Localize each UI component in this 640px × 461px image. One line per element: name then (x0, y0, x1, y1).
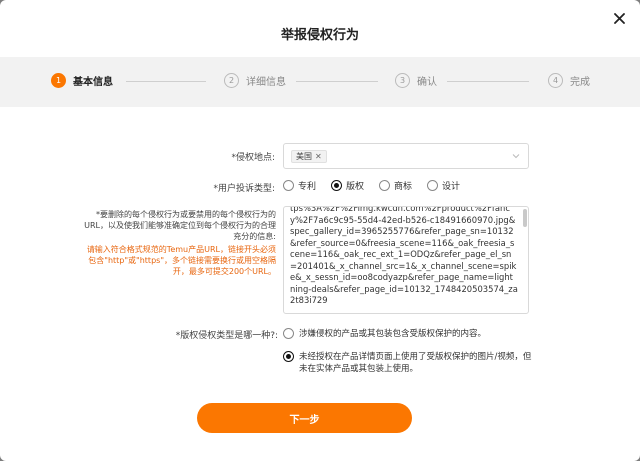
step-number: 4 (548, 73, 563, 88)
chevron-down-icon (512, 154, 520, 159)
step-label: 完成 (570, 77, 590, 88)
radio-circle (283, 180, 294, 191)
location-select[interactable]: 美国 ✕ (283, 143, 529, 169)
close-icon (613, 12, 625, 24)
radio-label: 版权 (346, 182, 365, 192)
copyright-type-label: *版权侵权类型是哪一种?: (175, 331, 278, 341)
dialog-title: 举报侵权行为 (280, 28, 359, 43)
option-text: 未经授权在产品详情页面上使用了受版权保护的图片/视频，但未在实体产品或其包装上使… (299, 352, 532, 374)
step-confirm: 3 确认 (395, 73, 437, 88)
step-complete: 4 完成 (548, 73, 590, 88)
location-label: *侵权地点: (231, 153, 275, 163)
step-number: 1 (51, 73, 66, 88)
step-label: 基本信息 (73, 77, 113, 88)
url-description: *要删除的每个侵权行为或要禁用的每个侵权行为的URL，以及使我们能够准确定位到每… (80, 209, 276, 277)
url-textarea[interactable]: tps%3A%2F%2Fimg.kwcdn.com%2Fproduct%2Ffa… (283, 206, 529, 314)
url-textarea-value: tps%3A%2F%2Fimg.kwcdn.com%2Fproduct%2Ffa… (290, 206, 518, 305)
location-tag: 美国 ✕ (291, 150, 327, 163)
radio-circle-selected (331, 180, 343, 191)
step-connector (447, 81, 529, 82)
radio-trademark[interactable]: 商标 (379, 179, 412, 192)
url-description-text: *要删除的每个侵权行为或要禁用的每个侵权行为的URL，以及使我们能够准确定位到每… (84, 210, 276, 241)
url-hint: 请输入符合格式规范的Temu产品URL，链接开头必须包含"http"或"http… (86, 245, 276, 276)
radio-circle (427, 180, 439, 191)
step-label: 详细信息 (246, 77, 286, 88)
radio-design[interactable]: 设计 (427, 179, 460, 192)
report-dialog: 举报侵权行为 1 基本信息 2 详细信息 3 确认 4 完成 *侵权地点: 美国… (0, 0, 640, 461)
location-tag-text: 美国 (296, 152, 312, 161)
radio-circle-selected (283, 351, 294, 362)
radio-circle (283, 328, 294, 339)
complaint-type-group: 专利 版权 商标 设计 (283, 179, 460, 192)
option-text: 涉嫌侵权的产品或其包装包含受版权保护的内容。 (299, 329, 487, 339)
step-basic-info: 1 基本信息 (51, 73, 113, 88)
radio-label: 专利 (298, 182, 317, 192)
step-details: 2 详细信息 (224, 73, 286, 88)
radio-patent[interactable]: 专利 (283, 179, 316, 192)
step-label: 确认 (417, 77, 437, 88)
radio-label: 商标 (394, 182, 413, 192)
next-step-button[interactable]: 下一步 (197, 403, 412, 433)
step-connector (296, 81, 378, 82)
scroll-thumb[interactable] (523, 209, 527, 227)
radio-copyright[interactable]: 版权 (331, 179, 364, 192)
textarea-scrollbar[interactable] (522, 209, 527, 311)
steps-bar: 1 基本信息 2 详细信息 3 确认 4 完成 (0, 57, 640, 107)
step-number: 3 (395, 73, 410, 88)
copyright-option-listing-images[interactable]: 未经授权在产品详情页面上使用了受版权保护的图片/视频，但未在实体产品或其包装上使… (283, 351, 535, 375)
complaint-type-label: *用户投诉类型: (213, 184, 275, 194)
copyright-option-packaging[interactable]: 涉嫌侵权的产品或其包装包含受版权保护的内容。 (283, 328, 523, 340)
remove-tag-icon[interactable]: ✕ (315, 152, 322, 161)
radio-label: 设计 (442, 182, 461, 192)
radio-circle (379, 180, 391, 191)
step-connector (126, 81, 206, 82)
step-number: 2 (224, 73, 239, 88)
